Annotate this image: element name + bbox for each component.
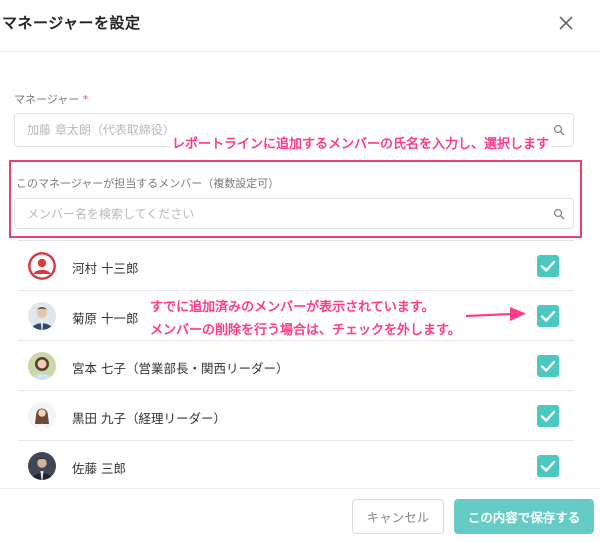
modal-header: マネージャーを設定 (0, 0, 600, 52)
member-checkbox[interactable] (537, 455, 559, 477)
members-label: このマネージャーが担当するメンバー（複数設定可） (16, 177, 280, 190)
member-row: 佐藤 三郎 (18, 441, 574, 488)
close-button[interactable] (555, 12, 577, 34)
member-row: 黒田 九子（経理リーダー） (18, 391, 574, 441)
man-photo-avatar (28, 302, 56, 330)
check-icon (540, 360, 556, 372)
member-list: 河村 十三郎 菊原 十一郎 宮本 七子（営業部長・関西リーダー） 黒田 九子（経… (18, 240, 574, 488)
woman-photo-avatar (28, 402, 56, 430)
member-search-wrap (14, 198, 574, 229)
check-icon (540, 410, 556, 422)
save-button[interactable]: この内容で保存する (454, 499, 594, 534)
check-icon (540, 460, 556, 472)
member-name: 黒田 九子（経理リーダー） (72, 411, 226, 426)
member-row: 河村 十三郎 (18, 241, 574, 291)
modal-footer: キャンセル この内容で保存する (0, 488, 600, 542)
annotation-list-hint-1: すでに追加済みのメンバーが表示されています。 (150, 300, 435, 315)
check-icon (540, 260, 556, 272)
member-name: 河村 十三郎 (72, 261, 139, 276)
manager-label-text: マネージャー (14, 93, 80, 106)
woman-photo-avatar (28, 352, 56, 380)
annotation-search-hint: レポートラインに追加するメンバーの氏名を入力し、選択します (170, 133, 552, 152)
annotation-list-hint-2: メンバーの削除を行う場合は、チェックを外します。 (150, 323, 461, 338)
cancel-button[interactable]: キャンセル (352, 499, 444, 534)
annotation-arrow-icon (465, 307, 526, 321)
member-checkbox[interactable] (537, 405, 559, 427)
member-checkbox[interactable] (537, 355, 559, 377)
search-icon (553, 208, 565, 220)
modal-title: マネージャーを設定 (2, 14, 141, 32)
member-row: 宮本 七子（営業部長・関西リーダー） (18, 341, 574, 391)
close-icon (559, 16, 573, 30)
manager-label: マネージャー * (14, 91, 88, 107)
required-mark: * (82, 93, 89, 106)
member-checkbox[interactable] (537, 255, 559, 277)
man-photo-avatar (28, 452, 56, 480)
check-icon (540, 310, 556, 322)
default-user-icon (28, 252, 56, 280)
member-name: 宮本 七子（営業部長・関西リーダー） (72, 361, 289, 376)
member-name: 菊原 十一郎 (72, 311, 139, 326)
member-checkbox[interactable] (537, 305, 559, 327)
member-name: 佐藤 三郎 (72, 461, 126, 476)
member-search-input[interactable] (15, 199, 573, 228)
search-icon (553, 124, 565, 136)
